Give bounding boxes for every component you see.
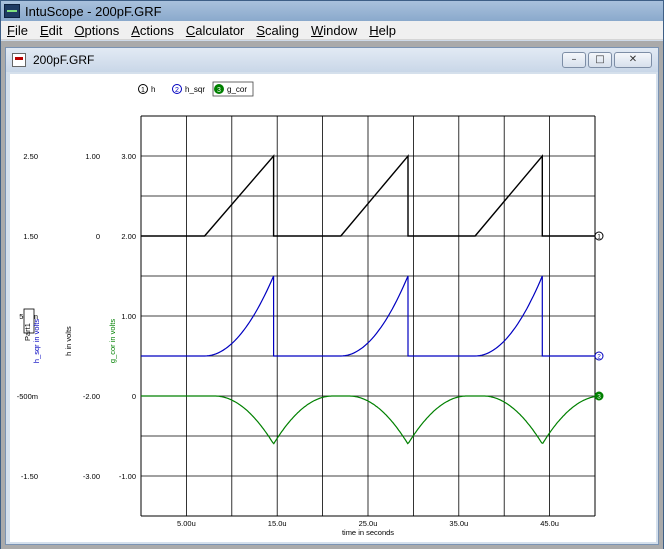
x-tick-label: 25.0u bbox=[359, 519, 378, 528]
y-tick-label: -3.00 bbox=[83, 472, 100, 481]
document-title: 200pF.GRF bbox=[33, 53, 95, 67]
graph-document-window: 200pF.GRF – □ ✕ 1 h 2 h_sqr 3 g_cor 123 2.50 1… bbox=[5, 47, 659, 545]
title-bar[interactable]: IntuScope - 200pF.GRF bbox=[1, 1, 663, 21]
series-group: 1 2 3 bbox=[141, 154, 604, 445]
x-axis-label: time in seconds bbox=[342, 528, 394, 537]
waveform-chart[interactable]: 1h2h_sqr3g_cor 123 2.501.50500m-500m-1.5… bbox=[10, 74, 656, 542]
y-tick-label: -2.00 bbox=[83, 392, 100, 401]
y-tick-label: 1.00 bbox=[121, 312, 136, 321]
x-tick-label: 35.0u bbox=[449, 519, 468, 528]
legend: 1 h 2 h_sqr 3 g_cor bbox=[138, 81, 254, 97]
legend-number: 3 bbox=[217, 87, 221, 94]
mdi-client-area: 200pF.GRF – □ ✕ 1 h 2 h_sqr 3 g_cor 123 2.50 1… bbox=[1, 41, 663, 549]
menu-calculator[interactable]: Calculator bbox=[180, 23, 251, 38]
menu-scaling[interactable]: Scaling bbox=[250, 23, 305, 38]
axis-tag-label: h in volts bbox=[64, 326, 73, 356]
intuscope-window: IntuScope - 200pF.GRF File Edit Options … bbox=[0, 0, 664, 549]
y-tick-label: 0 bbox=[132, 392, 136, 401]
plot-area[interactable]: 1h2h_sqr3g_cor 123 2.501.50500m-500m-1.5… bbox=[10, 74, 656, 542]
legend-label: h_sqr bbox=[185, 85, 205, 94]
series-end-number: 1 bbox=[597, 234, 601, 241]
legend-label: h bbox=[151, 85, 155, 94]
x-tick-label: 45.0u bbox=[540, 519, 559, 528]
legend-label: g_cor bbox=[227, 85, 247, 94]
menu-bar: File Edit Options Actions Calculator Sca… bbox=[1, 21, 663, 40]
maximize-button[interactable]: □ bbox=[588, 52, 612, 68]
axis-tag-label: h_sqr in volts bbox=[32, 319, 41, 363]
y-tick-label: 2.50 bbox=[23, 152, 38, 161]
tick-labels: 2.501.50500m-500m-1.501.000-2.00-3.003.0… bbox=[17, 152, 559, 537]
menu-window[interactable]: Window bbox=[305, 23, 363, 38]
graph-file-icon bbox=[12, 53, 26, 67]
series-end-number: 3 bbox=[597, 394, 601, 401]
menu-file[interactable]: File bbox=[1, 23, 34, 38]
grid bbox=[140, 115, 596, 517]
y-tick-label: -1.00 bbox=[119, 472, 136, 481]
app-title: IntuScope - 200pF.GRF bbox=[25, 3, 162, 19]
legend-number: 1 bbox=[141, 87, 145, 94]
document-title-bar[interactable]: 200pF.GRF – □ ✕ bbox=[6, 48, 658, 72]
x-tick-label: 15.0u bbox=[268, 519, 287, 528]
menu-options[interactable]: Options bbox=[68, 23, 125, 38]
menu-actions[interactable]: Actions bbox=[125, 23, 180, 38]
y-tick-label: 2.00 bbox=[121, 232, 136, 241]
legend-number: 2 bbox=[175, 87, 179, 94]
y-tick-label: 0 bbox=[96, 232, 100, 241]
y-tick-label: 1.00 bbox=[85, 152, 100, 161]
menu-help[interactable]: Help bbox=[363, 23, 402, 38]
close-button[interactable]: ✕ bbox=[614, 52, 652, 68]
minimize-button[interactable]: – bbox=[562, 52, 586, 68]
y-tick-label: 1.50 bbox=[23, 232, 38, 241]
y-tick-label: -1.50 bbox=[21, 472, 38, 481]
menu-edit[interactable]: Edit bbox=[34, 23, 68, 38]
axis-tag-label: Part1 bbox=[23, 323, 32, 341]
y-tick-label: 3.00 bbox=[121, 152, 136, 161]
y-tick-label: -500m bbox=[17, 392, 38, 401]
x-tick-label: 5.00u bbox=[177, 519, 196, 528]
intuscope-app-icon bbox=[4, 4, 20, 18]
axis-tag-label: g_cor in volts bbox=[108, 319, 117, 363]
series-end-number: 2 bbox=[597, 354, 601, 361]
